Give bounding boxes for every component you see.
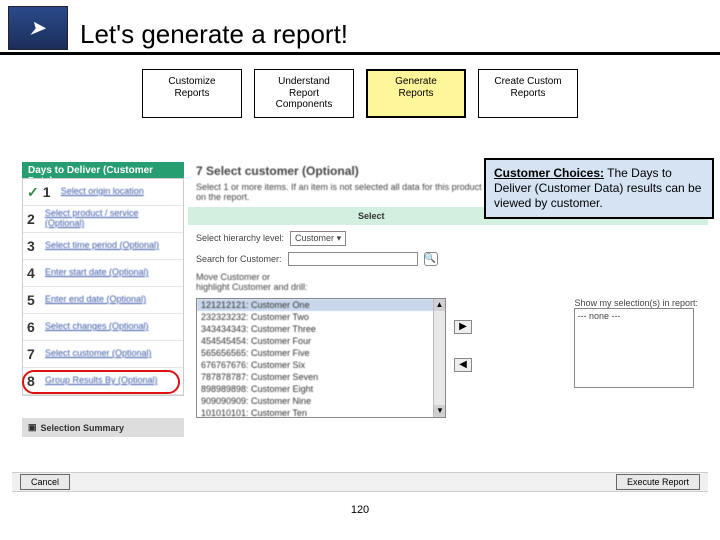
step-8[interactable]: 8Group Results By (Optional)	[23, 368, 183, 395]
list-item[interactable]: 565656565: Customer Five	[197, 347, 445, 359]
add-arrow-button[interactable]: ▶	[454, 320, 472, 334]
expand-icon: ▣	[28, 422, 37, 433]
execute-report-button[interactable]: Execute Report	[616, 474, 700, 490]
hierarchy-label: Select hierarchy level:	[196, 233, 284, 243]
usps-logo: ➤	[8, 6, 68, 50]
step-7[interactable]: 7Select customer (Optional)	[23, 341, 183, 368]
step-5[interactable]: 5Enter end date (Optional)	[23, 287, 183, 314]
section-tabs: Customize Reports Understand Report Comp…	[0, 69, 720, 118]
step-4[interactable]: 4Enter start date (Optional)	[23, 260, 183, 287]
eagle-icon: ➤	[29, 18, 48, 39]
hierarchy-row: Select hierarchy level: Customer	[196, 231, 708, 246]
page-number: 120	[351, 504, 369, 516]
hierarchy-dropdown[interactable]: Customer	[290, 231, 346, 246]
bottom-stripe	[0, 522, 720, 540]
step-2[interactable]: 2Select product / service (Optional)	[23, 206, 183, 233]
list-item[interactable]: 101010101: Customer Ten	[197, 407, 445, 418]
tab-customize-reports[interactable]: Customize Reports	[142, 69, 242, 118]
list-item[interactable]: 676767676: Customer Six	[197, 359, 445, 371]
search-row: Search for Customer: 🔍	[196, 252, 708, 266]
show-selection-label: Show my selection(s) in report:	[574, 298, 698, 308]
list-item[interactable]: 232323232: Customer Two	[197, 311, 445, 323]
callout-heading: Customer Choices:	[494, 166, 604, 180]
list-item[interactable]: 343434343: Customer Three	[197, 323, 445, 335]
wizard-steps: ✓1Select origin location 2Select product…	[22, 178, 184, 396]
tab-generate-reports[interactable]: Generate Reports	[366, 69, 466, 118]
customer-listbox[interactable]: 121212121: Customer One 232323232: Custo…	[196, 298, 446, 418]
step-6[interactable]: 6Select changes (Optional)	[23, 314, 183, 341]
listbox-scrollbar[interactable]: ▲ ▼	[433, 299, 445, 417]
slide-title: Let's generate a report!	[80, 19, 348, 50]
list-item[interactable]: 454545454: Customer Four	[197, 335, 445, 347]
move-label: Move Customer or highlight Customer and …	[196, 272, 708, 292]
list-item[interactable]: 909090909: Customer Nine	[197, 395, 445, 407]
step-1[interactable]: ✓1Select origin location	[23, 179, 183, 206]
search-label: Search for Customer:	[196, 254, 282, 264]
slide-header: ➤ Let's generate a report!	[0, 0, 720, 55]
search-icon[interactable]: 🔍	[424, 252, 438, 266]
selection-summary-bar[interactable]: ▣ Selection Summary	[22, 418, 184, 437]
tab-create-custom[interactable]: Create Custom Reports	[478, 69, 578, 118]
list-item[interactable]: 787878787: Customer Seven	[197, 371, 445, 383]
search-input[interactable]	[288, 252, 418, 266]
annotation-callout: Customer Choices: The Days to Deliver (C…	[484, 158, 714, 219]
scroll-up-icon[interactable]: ▲	[434, 299, 445, 311]
tab-understand-components[interactable]: Understand Report Components	[254, 69, 354, 118]
list-item[interactable]: 121212121: Customer One	[197, 299, 445, 311]
scroll-down-icon[interactable]: ▼	[434, 405, 446, 417]
report-footer: Cancel Execute Report	[12, 472, 708, 492]
selection-listbox[interactable]: --- none ---	[574, 308, 694, 388]
cancel-button[interactable]: Cancel	[20, 474, 70, 490]
remove-arrow-button[interactable]: ◀	[454, 358, 472, 372]
checkmark-icon: ✓	[27, 184, 39, 201]
list-item[interactable]: 898989898: Customer Eight	[197, 383, 445, 395]
transfer-arrows: ▶ ◀	[454, 320, 472, 372]
step-3[interactable]: 3Select time period (Optional)	[23, 233, 183, 260]
